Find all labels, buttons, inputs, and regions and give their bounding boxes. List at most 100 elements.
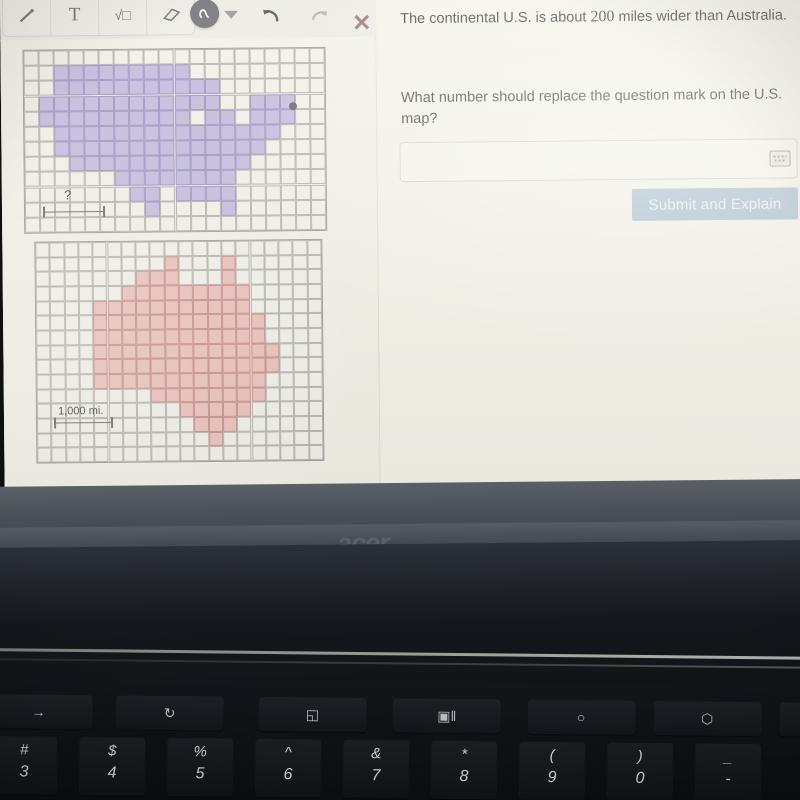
map-cell-filled — [179, 373, 195, 388]
map-cell-empty — [64, 315, 80, 331]
map-cell-filled — [136, 373, 152, 389]
function-key[interactable]: 🔈 — [779, 702, 800, 738]
map-cell-empty — [265, 401, 281, 417]
map-pin-dot-icon — [288, 101, 297, 111]
map-cell-empty — [49, 271, 65, 287]
map-cell-empty — [55, 201, 71, 218]
function-key[interactable]: ◱ — [258, 696, 367, 733]
chevron-down-icon[interactable] — [224, 10, 239, 19]
number-key[interactable]: ^ 6 — [254, 738, 322, 798]
australia-map-figure[interactable]: 1,000 mi. — [34, 238, 325, 464]
map-cell-empty — [310, 199, 327, 215]
map-cell-empty — [121, 241, 136, 257]
map-cell-empty — [208, 446, 224, 461]
map-cell-filled — [135, 285, 151, 301]
map-cell-empty — [234, 94, 250, 110]
map-cell-filled — [114, 171, 131, 187]
map-cell-empty — [264, 328, 280, 344]
math-tool-button[interactable]: √□ — [98, 0, 148, 36]
function-key[interactable]: ↻ — [115, 695, 224, 731]
map-cell-filled — [222, 328, 237, 344]
drawing-toolbar: T √□ ✕ — [0, 0, 379, 42]
number-key[interactable]: * 8 — [430, 740, 498, 800]
map-cell-empty — [84, 171, 101, 187]
map-cell-filled — [54, 110, 70, 127]
map-cell-filled — [164, 329, 180, 345]
key-number: 9 — [547, 768, 557, 787]
map-cell-filled — [84, 141, 100, 157]
map-cell-empty — [149, 256, 165, 271]
map-cell-filled — [205, 170, 221, 186]
map-cell-empty — [106, 241, 122, 257]
map-cell-filled — [190, 170, 206, 186]
map-cell-empty — [280, 445, 295, 461]
map-cell-empty — [293, 298, 308, 314]
map-cell-empty — [292, 269, 308, 285]
number-key[interactable]: (9 — [518, 741, 586, 800]
key-number: 5 — [195, 765, 205, 783]
number-key[interactable]: $4 — [78, 737, 146, 796]
key-symbol: _ — [723, 748, 733, 766]
map-cell-empty — [121, 256, 136, 272]
map-cell-empty — [137, 432, 152, 448]
map-cell-filled — [121, 329, 137, 345]
text-tool-button[interactable]: T — [50, 0, 100, 36]
map-cell-filled — [69, 95, 85, 111]
map-cell-empty — [264, 78, 280, 94]
keyboard-icon[interactable] — [769, 150, 791, 167]
map-cell-empty — [234, 48, 250, 64]
map-cell-filled — [236, 313, 251, 329]
map-cell-empty — [79, 374, 94, 389]
map-cell-filled — [114, 155, 130, 172]
map-cell-empty — [265, 199, 281, 216]
function-key[interactable]: ▣‖ — [392, 698, 501, 734]
function-key[interactable]: → — [0, 694, 93, 730]
number-key[interactable]: & 7 — [342, 739, 410, 799]
function-key[interactable]: ⬡ — [653, 701, 762, 737]
map-cell-filled — [107, 300, 122, 316]
map-cell-empty — [64, 300, 79, 316]
line-tool-button[interactable] — [2, 0, 52, 36]
map-cell-empty — [39, 126, 55, 142]
map-cell-filled — [179, 358, 194, 374]
close-button[interactable]: ✕ — [352, 9, 372, 35]
function-key[interactable]: ○ — [527, 699, 636, 735]
key-symbol: # — [19, 741, 29, 759]
active-pen-tool-button[interactable] — [190, 0, 220, 29]
map-cell-filled — [122, 359, 137, 374]
map-cell-filled — [207, 343, 223, 359]
map-cell-filled — [135, 300, 151, 316]
number-key[interactable]: % 5 — [166, 737, 234, 797]
eraser-tool-button[interactable] — [147, 0, 194, 35]
map-cell-filled — [69, 110, 85, 127]
number-key[interactable]: #3 — [0, 736, 58, 795]
map-cell-filled — [99, 125, 115, 142]
map-cell-empty — [249, 48, 265, 64]
map-cell-empty — [294, 416, 309, 431]
map-cell-empty — [308, 445, 324, 461]
number-key[interactable]: ) 0 — [606, 742, 674, 800]
us-map-figure[interactable]: ? — [22, 46, 328, 234]
submit-and-explain-button[interactable]: Submit and Explain — [631, 187, 799, 221]
number-key[interactable]: _ - — [694, 743, 762, 800]
map-cell-empty — [65, 432, 81, 448]
map-cell-filled — [250, 328, 266, 344]
map-cell-empty — [178, 255, 193, 271]
map-cell-empty — [294, 108, 311, 124]
map-cell-filled — [237, 401, 252, 417]
map-cell-empty — [178, 270, 194, 286]
map-cell-empty — [54, 171, 70, 187]
map-cell-empty — [278, 284, 294, 299]
map-cell-empty — [24, 111, 40, 127]
map-cell-filled — [114, 140, 130, 157]
map-cell-empty — [68, 50, 84, 66]
redo-button[interactable] — [308, 7, 330, 30]
map-cell-filled — [151, 388, 166, 403]
undo-button[interactable] — [260, 6, 282, 29]
answer-input[interactable] — [399, 138, 798, 183]
map-cell-filled — [219, 109, 235, 125]
map-cell-filled — [193, 285, 208, 300]
map-cell-filled — [236, 343, 251, 359]
map-cell-filled — [164, 270, 179, 286]
map-cell-empty — [265, 139, 281, 155]
